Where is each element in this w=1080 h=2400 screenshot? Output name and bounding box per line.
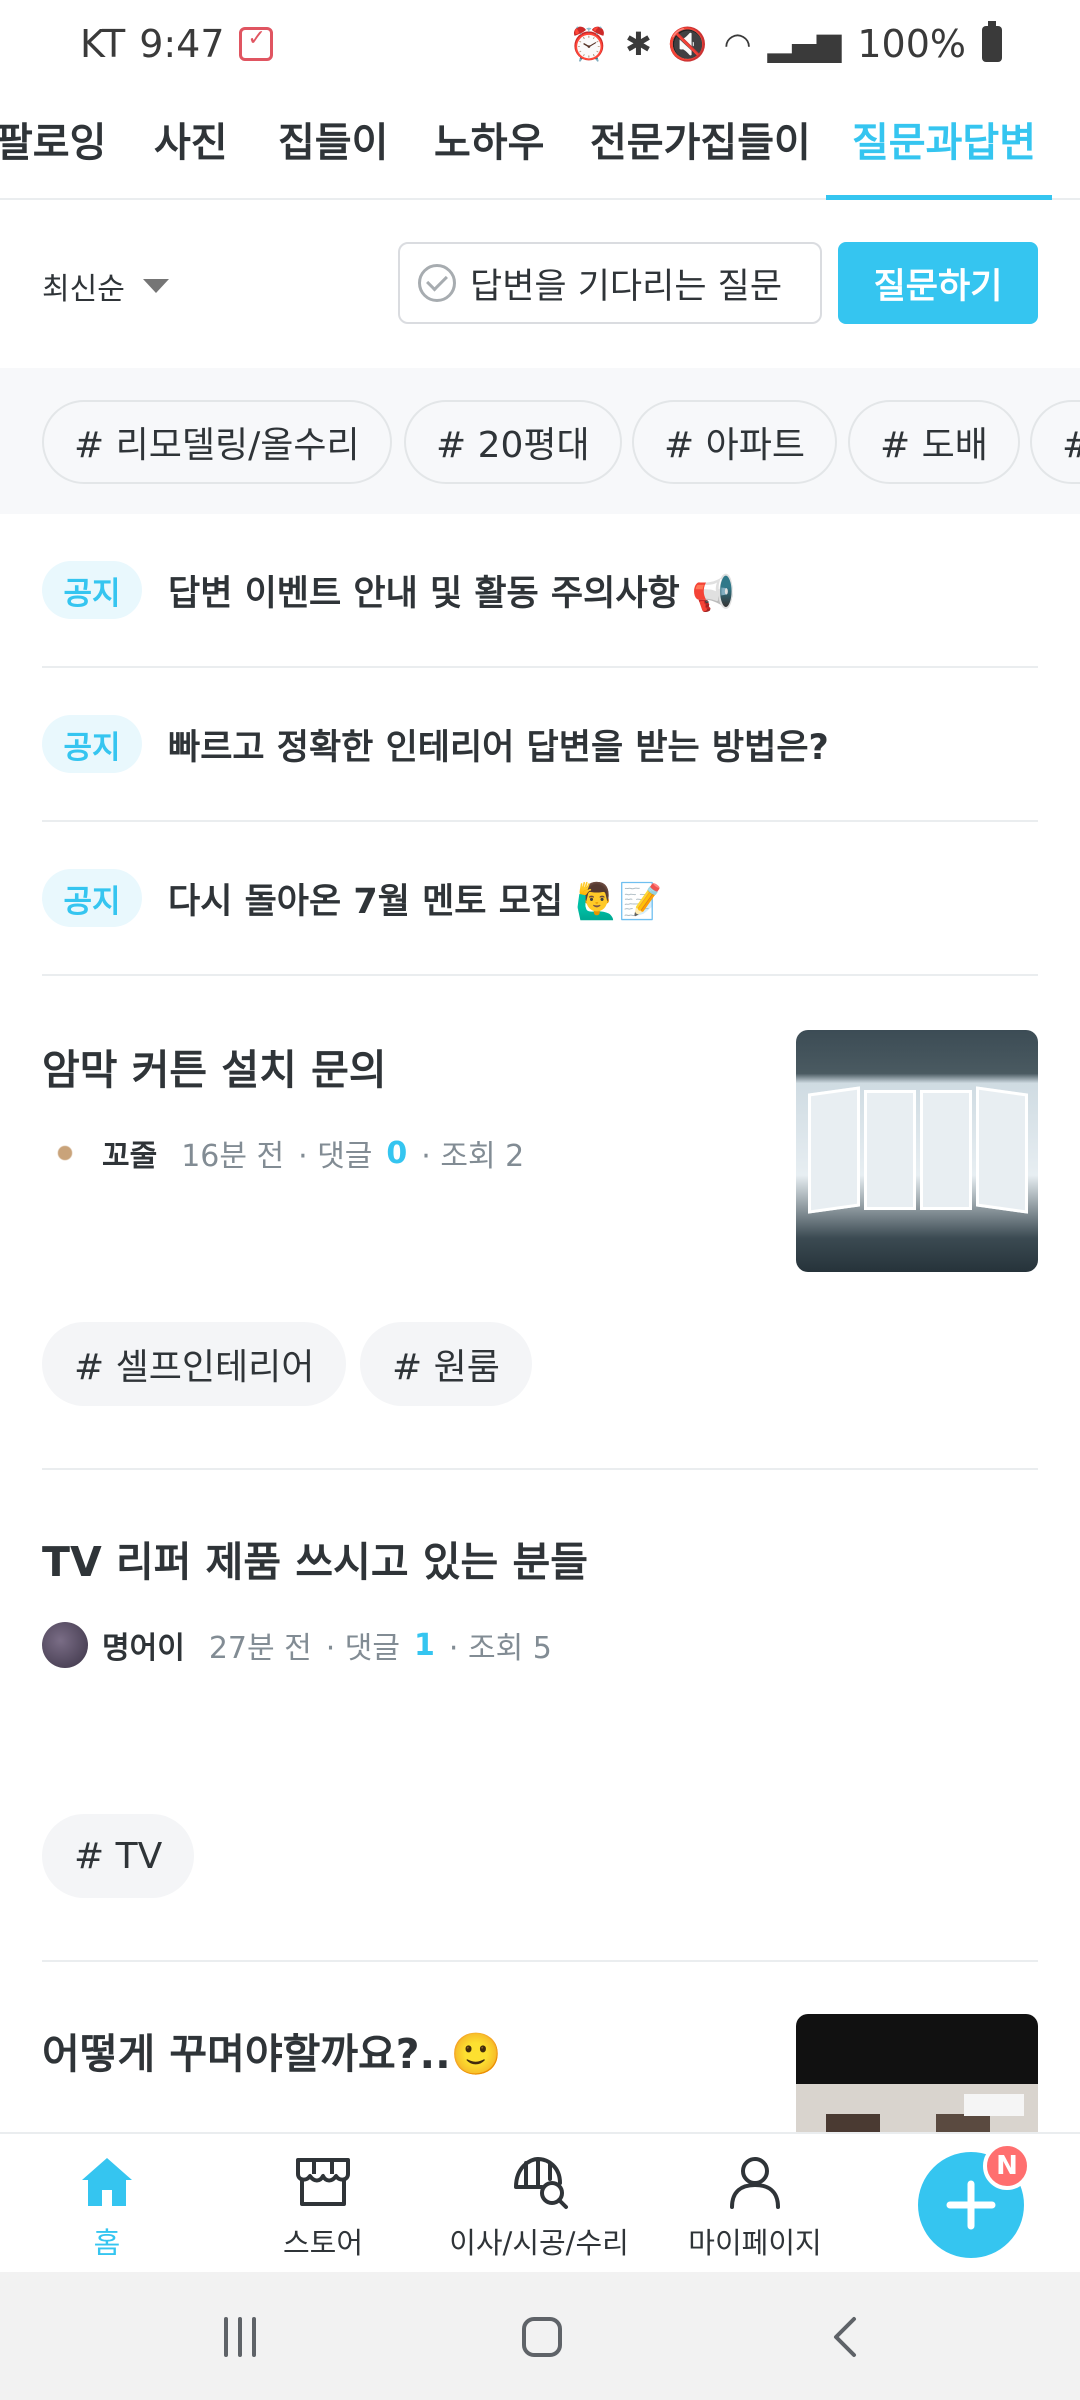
divider [42, 1960, 1038, 1962]
battery-icon [982, 21, 1002, 62]
notice-item[interactable]: 공지 빠르고 정확한 인테리어 답변을 받는 방법은? [42, 668, 1038, 822]
nav-label: 스토어 [282, 2226, 364, 2260]
comment-count: 0 [386, 1135, 408, 1171]
notice-item[interactable]: 공지 다시 돌아온 7월 멘토 모집 🙋‍♂️📝 [42, 822, 1038, 976]
bluetooth-icon: ✱ [624, 25, 652, 63]
nav-store[interactable]: 스토어 [228, 2152, 418, 2262]
alarm-icon: ⏰ [569, 25, 609, 63]
bottom-nav: 홈 스토어 이사/시공/수리 마이페이지 N [0, 2132, 1080, 2272]
hashtag-chip[interactable]: # 리모델링/올수리 [42, 400, 392, 484]
post-hashtag[interactable]: # TV [42, 1814, 195, 1898]
service-icon [507, 2152, 571, 2212]
wifi-icon: ◠ [723, 25, 752, 63]
notice-badge: 공지 [42, 869, 142, 927]
view-count: · 조회 5 [448, 1631, 552, 1666]
post-thumbnail[interactable] [796, 1030, 1038, 1272]
status-right: ⏰ ✱ 🔇 ◠ ▂▄▆ 100% [569, 21, 1002, 66]
hashtag-chip[interactable]: # 아파트 [632, 400, 837, 484]
recent-apps-icon [224, 2317, 256, 2357]
system-nav-bar [0, 2272, 1080, 2400]
notice-title: 답변 이벤트 안내 및 활동 주의사항 📢 [168, 573, 736, 614]
carrier-label: KT [80, 22, 126, 66]
comments-label: · 댓글 [298, 1139, 373, 1174]
home-icon [75, 2152, 139, 2212]
view-count: · 조회 2 [421, 1139, 525, 1174]
store-icon [291, 2152, 355, 2212]
back-icon [834, 2317, 856, 2357]
sort-label: 최신순 [42, 272, 125, 307]
mute-icon: 🔇 [667, 25, 708, 63]
home-button[interactable] [502, 2302, 582, 2372]
user-icon [723, 2152, 787, 2212]
check-circle-icon [418, 264, 456, 302]
category-tabs: 팔로잉 사진 집들이 노하우 전문가집들이 질문과답변 [0, 96, 1080, 200]
chevron-down-icon [142, 279, 169, 293]
author-name[interactable]: 꼬줄 [102, 1131, 157, 1175]
back-button[interactable] [806, 2302, 886, 2372]
avatar[interactable] [42, 1130, 88, 1176]
home-square-icon [522, 2317, 562, 2357]
author-name[interactable]: 명어이 [102, 1623, 185, 1667]
question-post[interactable]: TV 리퍼 제품 쓰시고 있는 분들 명어이 27분 전 · 댓글 1 · 조회… [42, 1522, 1038, 1902]
avatar[interactable] [42, 1622, 88, 1668]
waiting-questions-filter[interactable]: 답변을 기다리는 질문 [398, 242, 822, 324]
hashtag-bar: # 리모델링/올수리 # 20평대 # 아파트 # 도배 # 다 [0, 368, 1080, 514]
hashtag-chip[interactable]: # 20평대 [404, 400, 622, 484]
nav-home[interactable]: 홈 [12, 2152, 202, 2262]
post-meta: 꼬줄 16분 전 · 댓글 0 · 조회 2 [42, 1130, 524, 1176]
post-title: 암막 커튼 설치 문의 [42, 1046, 387, 1094]
clock: 9:47 [139, 22, 225, 66]
tab-house-tour[interactable]: 집들이 [278, 110, 388, 168]
post-hashtag[interactable]: # 원룸 [360, 1322, 532, 1406]
tab-photos[interactable]: 사진 [154, 110, 228, 168]
post-thumbnail[interactable] [796, 2014, 1038, 2132]
nav-label: 홈 [93, 2226, 121, 2260]
tab-knowhow[interactable]: 노하우 [434, 110, 544, 168]
status-left: KT 9:47 [80, 22, 273, 66]
recent-apps-button[interactable] [200, 2302, 280, 2372]
question-post[interactable]: 암막 커튼 설치 문의 꼬줄 16분 전 · 댓글 0 · 조회 2 # 셀프인… [42, 1030, 1038, 1450]
filter-row: 최신순 답변을 기다리는 질문 질문하기 [0, 200, 1080, 368]
plus-icon [946, 2180, 996, 2230]
post-title: TV 리퍼 제품 쓰시고 있는 분들 [42, 1538, 588, 1586]
hashtag-chip[interactable]: # 도배 [848, 400, 1020, 484]
signal-icon: ▂▄▆ [767, 25, 842, 63]
notice-title: 다시 돌아온 7월 멘토 모집 🙋‍♂️📝 [168, 881, 663, 922]
hashtag-chip[interactable]: # 다 [1030, 400, 1080, 484]
notice-badge: 공지 [42, 561, 142, 619]
post-time: 27분 전 [208, 1631, 312, 1666]
tab-expert-house-tour[interactable]: 전문가집들이 [590, 110, 811, 168]
nav-services[interactable]: 이사/시공/수리 [444, 2152, 634, 2262]
notice-title: 빠르고 정확한 인테리어 답변을 받는 방법은? [168, 727, 829, 768]
sort-dropdown[interactable]: 최신순 [42, 264, 169, 308]
tab-qna[interactable]: 질문과답변 [852, 110, 1036, 168]
tab-following[interactable]: 팔로잉 [0, 110, 106, 168]
post-meta: 명어이 27분 전 · 댓글 1 · 조회 5 [42, 1622, 552, 1668]
question-post[interactable]: 어떻게 꾸며야할까요?..🙂 [42, 2014, 1038, 2132]
battery-label: 100% [857, 22, 966, 66]
post-hashtag[interactable]: # 셀프인테리어 [42, 1322, 347, 1406]
divider [42, 1468, 1038, 1470]
ask-question-button[interactable]: 질문하기 [838, 242, 1038, 324]
waiting-filter-label: 답변을 기다리는 질문 [470, 266, 783, 307]
nav-label: 마이페이지 [688, 2226, 822, 2260]
nav-mypage[interactable]: 마이페이지 [660, 2152, 850, 2262]
post-title: 어떻게 꾸며야할까요?..🙂 [42, 2030, 502, 2078]
comment-count: 1 [414, 1627, 435, 1663]
notice-badge: 공지 [42, 715, 142, 773]
nav-label: 이사/시공/수리 [449, 2226, 629, 2260]
calendar-icon [238, 26, 273, 61]
status-bar: KT 9:47 ⏰ ✱ 🔇 ◠ ▂▄▆ 100% [0, 0, 1080, 96]
notice-item[interactable]: 공지 답변 이벤트 안내 및 활동 주의사항 📢 [42, 514, 1038, 668]
new-badge: N [983, 2142, 1031, 2190]
post-time: 16분 전 [181, 1139, 285, 1174]
comments-label: · 댓글 [325, 1631, 401, 1666]
